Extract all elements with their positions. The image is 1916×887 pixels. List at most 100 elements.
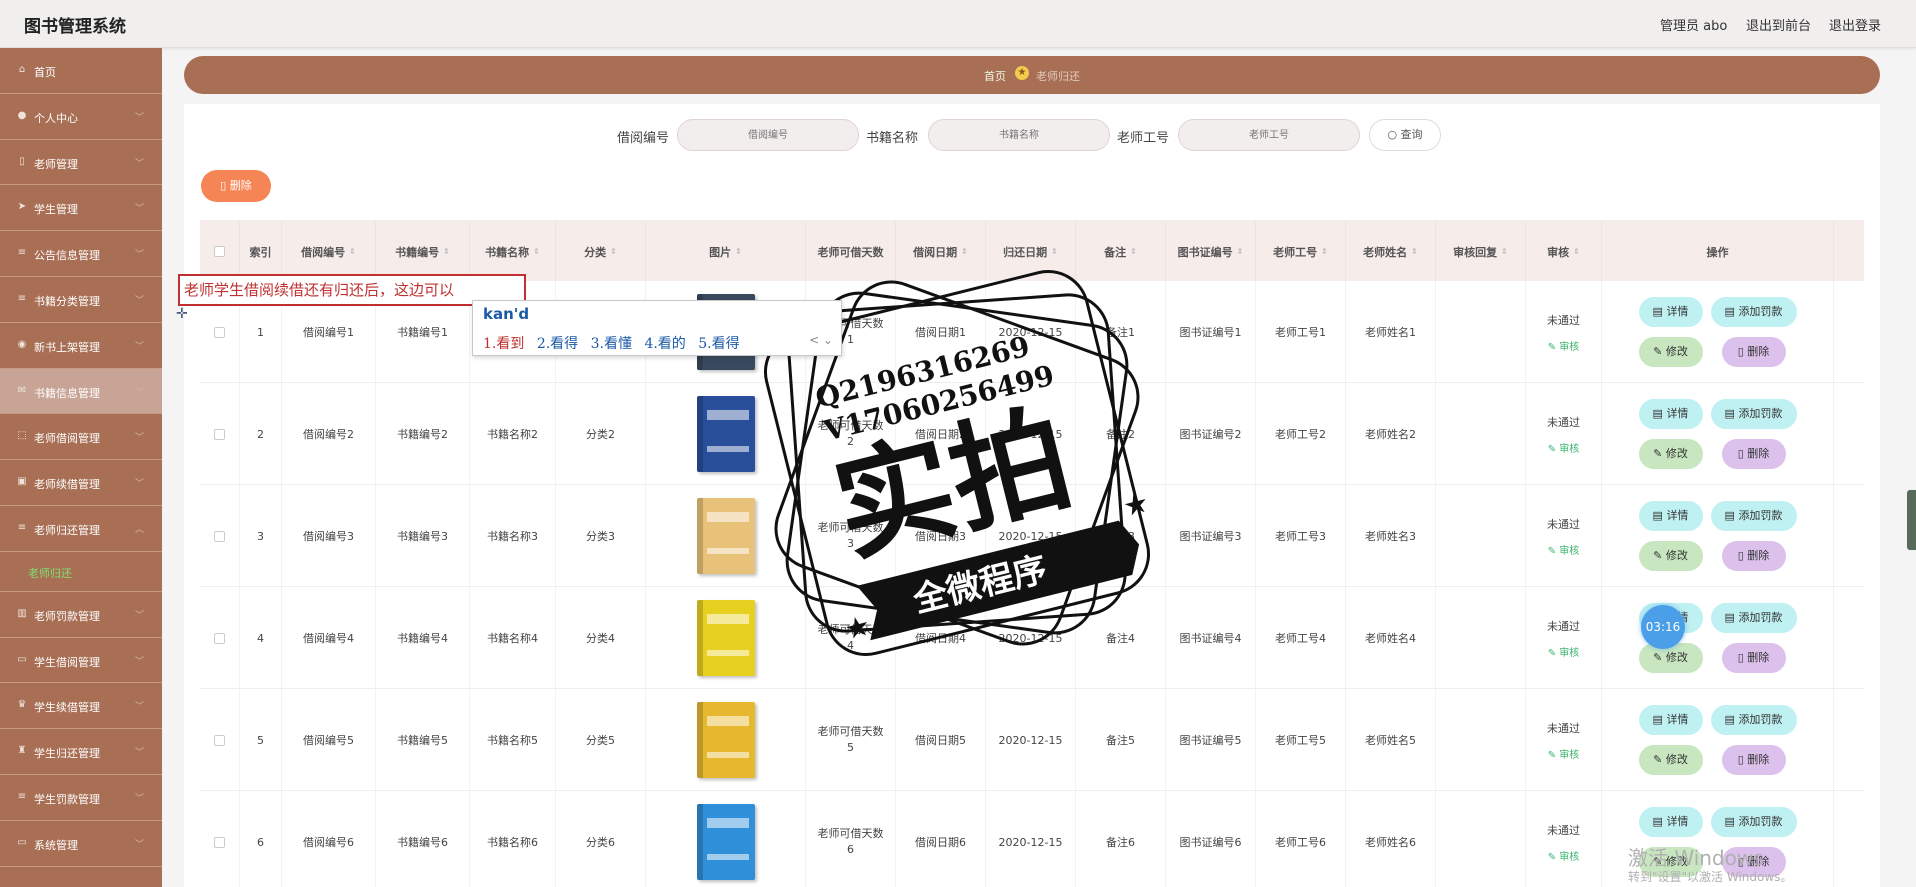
sort-icon[interactable]: ⇕ xyxy=(610,247,617,256)
add-fine-button[interactable]: ▤ 添加罚款 xyxy=(1710,501,1797,531)
sort-icon[interactable]: ⇕ xyxy=(1501,247,1508,256)
audit-link[interactable]: ✎ 审核 xyxy=(1548,848,1580,863)
edit-button[interactable]: ✎ 修改 xyxy=(1638,337,1703,367)
sidebar-item[interactable]: ▭ 学生借阅管理 ﹀ xyxy=(0,638,162,684)
delete-button[interactable]: ▯ 删除 xyxy=(1721,439,1786,469)
sort-icon[interactable]: ⇕ xyxy=(443,247,450,256)
query-button[interactable]: ○ 查询 xyxy=(1369,119,1441,151)
breadcrumb-home[interactable]: 首页 xyxy=(984,68,1006,84)
add-fine-button[interactable]: ▤ 添加罚款 xyxy=(1710,603,1797,633)
column-header-card-no[interactable]: 图书证编号 ⇕ xyxy=(1166,221,1256,282)
sidebar-item-label: 系统管理 xyxy=(34,838,78,852)
sidebar-item[interactable]: ✉ 书籍信息管理 ﹀ xyxy=(0,368,162,415)
ime-candidate[interactable]: 3.看懂 xyxy=(591,336,632,352)
sort-icon[interactable]: ⇕ xyxy=(1130,247,1137,256)
column-header-category[interactable]: 分类 ⇕ xyxy=(556,221,646,282)
sidebar-item[interactable]: ♛ 学生续借管理 ﹀ xyxy=(0,683,162,730)
delete-button[interactable]: ▯ 删除 xyxy=(1721,541,1786,571)
audit-link[interactable]: ✎ 审核 xyxy=(1548,644,1580,659)
add-fine-button[interactable]: ▤ 添加罚款 xyxy=(1710,297,1797,327)
audit-link[interactable]: ✎ 审核 xyxy=(1548,542,1580,557)
row-checkbox[interactable] xyxy=(214,632,225,644)
sidebar-item[interactable]: ➤ 学生管理 ﹀ xyxy=(0,185,162,232)
sort-icon[interactable]: ⇕ xyxy=(349,247,356,256)
detail-button[interactable]: ▤ 详情 xyxy=(1638,399,1703,429)
sort-icon[interactable]: ⇕ xyxy=(961,247,968,256)
detail-button[interactable]: ▤ 详情 xyxy=(1638,807,1703,837)
cell-days: 老师可借天数 5 xyxy=(806,689,896,791)
cell-teacher-no: 老师工号1 xyxy=(1256,281,1346,383)
sort-icon[interactable]: ⇕ xyxy=(1573,247,1580,256)
sort-icon[interactable]: ⇕ xyxy=(533,247,540,256)
row-checkbox[interactable] xyxy=(214,530,225,542)
sidebar-item[interactable]: ≡ 公告信息管理 ﹀ xyxy=(0,231,162,277)
column-header-teacher-no[interactable]: 老师工号 ⇕ xyxy=(1256,221,1346,282)
select-all-checkbox[interactable] xyxy=(200,221,240,282)
audit-link-label: 审核 xyxy=(1559,341,1580,353)
borrow-no-input[interactable] xyxy=(677,119,859,151)
column-header-audit[interactable]: 审核 ⇕ xyxy=(1526,221,1602,282)
sidebar-item[interactable]: ▭ 系统管理 ﹀ xyxy=(0,821,162,867)
sort-icon[interactable]: ⇕ xyxy=(1237,247,1244,256)
sort-icon[interactable]: ⇕ xyxy=(1051,247,1058,256)
ime-candidate[interactable]: 5.看得 xyxy=(698,336,739,352)
column-header-audit-reply[interactable]: 审核回复 ⇕ xyxy=(1436,221,1526,282)
chevron-down-icon[interactable]: < ⌄ xyxy=(809,333,833,347)
sort-icon[interactable]: ⇕ xyxy=(1321,247,1328,256)
sidebar-item[interactable]: ▣ 老师续借管理 ﹀ xyxy=(0,460,162,506)
detail-button[interactable]: ▤ 详情 xyxy=(1638,501,1703,531)
batch-delete-button[interactable]: ▯ 删除 xyxy=(201,170,271,202)
edit-button[interactable]: ✎ 修改 xyxy=(1638,745,1703,775)
sidebar-item[interactable]: ≡ 学生罚款管理 ﹀ xyxy=(0,775,162,821)
add-fine-button[interactable]: ▤ 添加罚款 xyxy=(1710,705,1797,735)
sort-icon[interactable]: ⇕ xyxy=(735,247,742,256)
sidebar-item[interactable]: ≡ 书籍分类管理 ﹀ xyxy=(0,277,162,323)
row-checkbox[interactable] xyxy=(214,428,225,440)
delete-button-label: 删除 xyxy=(1747,345,1770,358)
stamp-icon: ♜ xyxy=(17,745,27,757)
delete-button[interactable]: ▯ 删除 xyxy=(1721,643,1786,673)
teacher-no-input[interactable] xyxy=(1178,119,1360,151)
delete-button[interactable]: ▯ 删除 xyxy=(1721,745,1786,775)
detail-button[interactable]: ▤ 详情 xyxy=(1638,297,1703,327)
edge-handle[interactable] xyxy=(1907,490,1916,550)
crosshair-icon: ✛ xyxy=(176,306,188,322)
logout-link[interactable]: 退出登录 xyxy=(1829,15,1881,34)
sidebar-item[interactable]: ⬚ 老师借阅管理 ﹀ xyxy=(0,414,162,461)
row-checkbox[interactable] xyxy=(214,734,225,746)
row-checkbox[interactable] xyxy=(214,326,225,338)
ime-candidate[interactable]: 1.看到 xyxy=(483,336,524,352)
sidebar-item[interactable]: ● 个人中心 ﹀ xyxy=(0,94,162,140)
delete-button[interactable]: ▯ 删除 xyxy=(1721,337,1786,367)
sidebar-item[interactable]: ▯ 老师管理 ﹀ xyxy=(0,140,162,186)
audit-link[interactable]: ✎ 审核 xyxy=(1548,338,1580,353)
sidebar-item[interactable]: ◉ 新书上架管理 ﹀ xyxy=(0,323,162,369)
admin-label[interactable]: 管理员 abo xyxy=(1660,15,1727,34)
edit-button[interactable]: ✎ 修改 xyxy=(1638,439,1703,469)
row-checkbox[interactable] xyxy=(214,836,225,848)
sidebar-item[interactable]: ▥ 老师罚款管理 ﹀ xyxy=(0,592,162,638)
ime-candidate[interactable]: 4.看的 xyxy=(644,336,685,352)
add-fine-button[interactable]: ▤ 添加罚款 xyxy=(1710,807,1797,837)
detail-button[interactable]: ▤ 详情 xyxy=(1638,705,1703,735)
back-to-frontend-link[interactable]: 退出到前台 xyxy=(1746,15,1811,34)
ime-candidate[interactable]: 2.看得 xyxy=(537,336,578,352)
column-header-book-no[interactable]: 书籍编号 ⇕ xyxy=(376,221,470,282)
checkbox[interactable] xyxy=(214,246,225,257)
column-header-teacher-name[interactable]: 老师姓名 ⇕ xyxy=(1346,221,1436,282)
sidebar-item[interactable]: ≡ 老师归还管理 ︿ xyxy=(0,506,162,552)
audit-link[interactable]: ✎ 审核 xyxy=(1548,746,1580,761)
book-name-input[interactable] xyxy=(928,119,1110,151)
sidebar-item[interactable]: ⌂ 首页 xyxy=(0,48,162,94)
audit-link[interactable]: ✎ 审核 xyxy=(1548,440,1580,455)
column-header-book-name[interactable]: 书籍名称 ⇕ xyxy=(470,221,556,282)
edit-button-label: 修改 xyxy=(1665,345,1688,358)
sidebar-item[interactable]: ♜ 学生归还管理 ﹀ xyxy=(0,729,162,775)
sort-icon[interactable]: ⇕ xyxy=(1411,247,1418,256)
column-header-borrow-no[interactable]: 借阅编号 ⇕ xyxy=(282,221,376,282)
chevron-down-icon: ﹀ xyxy=(134,702,144,713)
sidebar-subitem-active[interactable]: 老师归还 xyxy=(0,552,162,592)
cell-audit-reply xyxy=(1436,383,1526,485)
add-fine-button[interactable]: ▤ 添加罚款 xyxy=(1710,399,1797,429)
edit-button[interactable]: ✎ 修改 xyxy=(1638,541,1703,571)
